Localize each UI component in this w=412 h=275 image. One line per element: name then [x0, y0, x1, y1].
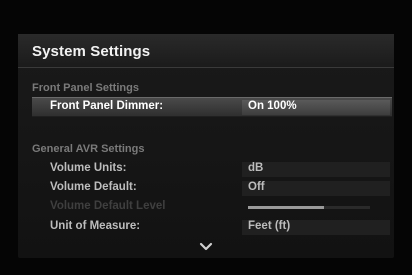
setting-value-volume-units[interactable]: dB: [242, 162, 390, 177]
setting-label: Front Panel Dimmer:: [50, 100, 164, 112]
setting-row-unit-of-measure[interactable]: Unit of Measure: Feet (ft): [32, 218, 392, 236]
setting-value-volume-default[interactable]: Off: [242, 181, 390, 196]
setting-value-front-panel-dimmer[interactable]: On 100%: [242, 100, 390, 115]
setting-label: Volume Units:: [50, 162, 127, 174]
title-bar: System Settings: [18, 34, 394, 68]
setting-row-volume-default[interactable]: Volume Default: Off: [32, 179, 392, 197]
setting-label: Unit of Measure:: [50, 220, 141, 232]
setting-value-unit-of-measure[interactable]: Feet (ft): [242, 220, 390, 235]
section-heading-general-avr: General AVR Settings: [32, 143, 145, 155]
setting-row-volume-units[interactable]: Volume Units: dB: [32, 160, 392, 178]
chevron-down-icon[interactable]: [198, 240, 214, 252]
tv-screen: System Settings Front Panel Settings Fro…: [0, 0, 412, 275]
system-settings-panel: System Settings Front Panel Settings Fro…: [18, 34, 394, 258]
page-title: System Settings: [32, 43, 151, 60]
section-heading-front-panel: Front Panel Settings: [32, 82, 139, 94]
slider-fill: [248, 206, 324, 209]
setting-label: Volume Default Level: [50, 200, 166, 212]
volume-default-level-slider: [248, 206, 370, 209]
setting-row-front-panel-dimmer[interactable]: Front Panel Dimmer: On 100%: [32, 97, 392, 117]
setting-label: Volume Default:: [50, 181, 137, 193]
setting-row-volume-default-level: Volume Default Level: [32, 198, 392, 216]
